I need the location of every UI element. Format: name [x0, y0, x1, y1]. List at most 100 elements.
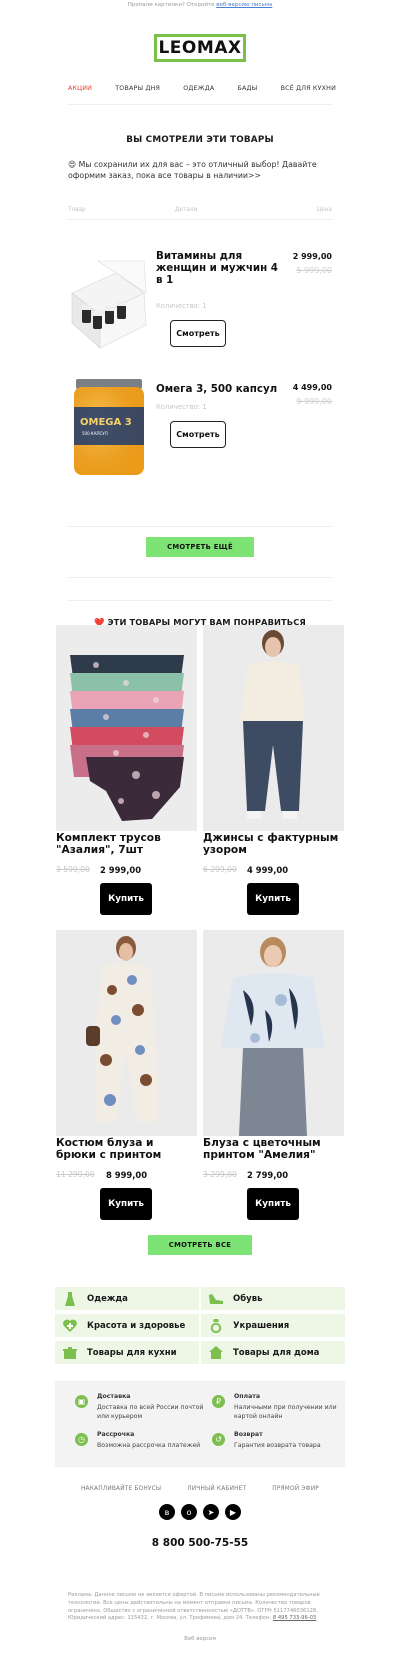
telegram-icon[interactable]: ➤: [203, 1504, 219, 1520]
divider: [68, 104, 332, 105]
product-price: 4 499,00: [292, 383, 332, 392]
ruble-icon: ₽: [212, 1395, 225, 1408]
price: 4 999,00: [247, 865, 289, 875]
category-shoes[interactable]: Обувь: [201, 1287, 345, 1310]
see-all-button[interactable]: СМОТРЕТЬ ВСЕ: [148, 1235, 252, 1255]
benefit-title: Возврат: [234, 1431, 263, 1438]
panties-image[interactable]: [56, 625, 197, 831]
recommendations-grid: Комплект трусов "Азалия", 7шт 3 599,00 2…: [56, 625, 344, 1225]
nav-item-sales[interactable]: АКЦИИ: [68, 85, 92, 92]
product-name[interactable]: Джинсы с фактурным узором: [203, 832, 344, 856]
account-link[interactable]: ЛИЧНЫЙ КАБИНЕТ: [187, 1486, 246, 1492]
view-button[interactable]: Смотреть: [170, 421, 226, 448]
ring-icon: [209, 1318, 223, 1333]
old-price: 6 299,00: [203, 865, 237, 874]
footer-links: НАКАПЛИВАЙТЕ БОНУСЫ ЛИЧНЫЙ КАБИНЕТ ПРЯМО…: [0, 1486, 400, 1492]
pot-icon: [63, 1346, 77, 1360]
category-label: Товары для дома: [233, 1347, 320, 1358]
old-price: 3 599,00: [56, 865, 90, 874]
legal-text: Реклама. Данное письмо не является оферт…: [68, 1592, 338, 1623]
youtube-icon[interactable]: ▶: [225, 1504, 241, 1520]
buy-button[interactable]: Купить: [247, 883, 299, 915]
jeans-image[interactable]: [203, 625, 344, 831]
viewed-item-vitamins: Витамины для женщин и мужчин 4 в 1 Колич…: [68, 238, 332, 373]
old-price: 3 299,00: [203, 1170, 237, 1179]
header-price: Цена: [316, 207, 332, 213]
live-link[interactable]: ПРЯМОЙ ЭФИР: [272, 1486, 319, 1492]
top-nav: АКЦИИ ТОВАРЫ ДНЯ ОДЕЖДА БАДЫ ВСЁ ДЛЯ КУХ…: [68, 78, 336, 98]
web-version-footer-link[interactable]: Веб версия: [0, 1636, 400, 1642]
heart-plus-icon: [63, 1319, 77, 1333]
logo-area: LEOMAX: [0, 26, 400, 70]
product-quantity: Количество: 1: [156, 403, 207, 411]
return-icon: ↺: [212, 1433, 225, 1446]
nav-item-deals[interactable]: ТОВАРЫ ДНЯ: [115, 85, 160, 92]
clock-icon: ◷: [75, 1433, 88, 1446]
see-more-button[interactable]: СМОТРЕТЬ ЕЩЁ: [146, 537, 254, 557]
shoe-icon: [209, 1292, 223, 1306]
category-label: Украшения: [233, 1320, 290, 1331]
product-card: Блуза с цветочным принтом "Амелия" 3 299…: [203, 930, 344, 1220]
nav-item-clothes[interactable]: ОДЕЖДА: [183, 85, 214, 92]
buy-button[interactable]: Купить: [100, 1188, 152, 1220]
category-label: Одежда: [87, 1293, 128, 1304]
product-name[interactable]: Костюм блуза и брюки с принтом: [56, 1137, 197, 1161]
ok-icon[interactable]: о: [181, 1504, 197, 1520]
omega-image[interactable]: OMEGA 3 500 КАПСУЛ: [68, 377, 150, 477]
category-grid: Одежда Обувь Красота и здоровье Украшени…: [55, 1287, 345, 1367]
benefit-return: ↺ Возврат Гарантия возврата товара: [212, 1431, 342, 1461]
nav-item-supplements[interactable]: БАДЫ: [238, 85, 258, 92]
phone-number[interactable]: 8 800 500-75-55: [0, 1537, 400, 1549]
category-clothes[interactable]: Одежда: [55, 1287, 199, 1310]
category-label: Красота и здоровье: [87, 1320, 186, 1331]
product-quantity: Количество: 1: [156, 302, 207, 310]
benefit-payment: ₽ Оплата Наличными при получении или кар…: [212, 1393, 342, 1423]
email-page: Пропали картинки? Откройте веб-версию пи…: [0, 0, 400, 1661]
category-beauty[interactable]: Красота и здоровье: [55, 1314, 199, 1337]
price: 8 999,00: [106, 1170, 148, 1180]
svg-text:OMEGA 3: OMEGA 3: [80, 417, 132, 428]
product-card: Комплект трусов "Азалия", 7шт 3 599,00 2…: [56, 625, 197, 915]
svg-text:500 КАПСУЛ: 500 КАПСУЛ: [82, 431, 108, 436]
preheader-text: Пропали картинки? Откройте: [127, 2, 217, 8]
buy-button[interactable]: Купить: [247, 1188, 299, 1220]
view-button[interactable]: Смотреть: [170, 320, 226, 347]
box-icon: ▣: [75, 1395, 88, 1408]
table-header: Товар Детали Цена: [68, 207, 332, 220]
product-card: Джинсы с фактурным узором 6 299,00 4 999…: [203, 625, 344, 915]
benefit-installment: ◷ Рассрочка Возможна рассрочка платежей: [75, 1431, 205, 1461]
vitamins-image[interactable]: [68, 253, 150, 353]
divider: [68, 526, 332, 527]
benefit-title: Рассрочка: [97, 1431, 135, 1438]
category-kitchen[interactable]: Товары для кухни: [55, 1341, 199, 1364]
vk-icon[interactable]: в: [159, 1504, 175, 1520]
legal-phone[interactable]: 8 495 733-96-03: [273, 1615, 316, 1621]
header-details: Детали: [174, 207, 198, 213]
product-name[interactable]: Омега 3, 500 капсул: [156, 383, 286, 395]
product-name[interactable]: Комплект трусов "Азалия", 7шт: [56, 832, 197, 856]
house-icon: [209, 1346, 223, 1360]
price: 2 999,00: [100, 865, 142, 875]
bonus-link[interactable]: НАКАПЛИВАЙТЕ БОНУСЫ: [81, 1486, 161, 1492]
benefits-block: ▣ Доставка Доставка по всей России почто…: [55, 1381, 345, 1467]
benefit-desc: Гарантия возврата товара: [234, 1442, 321, 1449]
category-label: Товары для кухни: [87, 1347, 177, 1358]
dress-icon: [63, 1291, 77, 1306]
price: 2 799,00: [247, 1170, 289, 1180]
suit-image[interactable]: [56, 930, 197, 1136]
divider: [68, 600, 332, 601]
web-version-link[interactable]: веб-версию письма: [216, 2, 272, 8]
benefit-title: Оплата: [234, 1393, 261, 1400]
divider: [68, 577, 332, 578]
category-jewelry[interactable]: Украшения: [201, 1314, 345, 1337]
product-old-price: 5 999,00: [296, 266, 332, 275]
header-product: Товар: [68, 207, 86, 213]
buy-button[interactable]: Купить: [100, 883, 152, 915]
nav-item-kitchen[interactable]: ВСЁ ДЛЯ КУХНИ: [281, 85, 336, 92]
product-name[interactable]: Блуза с цветочным принтом "Амелия": [203, 1137, 344, 1161]
blouse-image[interactable]: [203, 930, 344, 1136]
product-name[interactable]: Витамины для женщин и мужчин 4 в 1: [156, 250, 286, 286]
category-home[interactable]: Товары для дома: [201, 1341, 345, 1364]
leomax-logo[interactable]: LEOMAX: [154, 34, 246, 62]
viewed-intro: 😍 Мы сохранили их для вас – это отличный…: [68, 160, 317, 180]
